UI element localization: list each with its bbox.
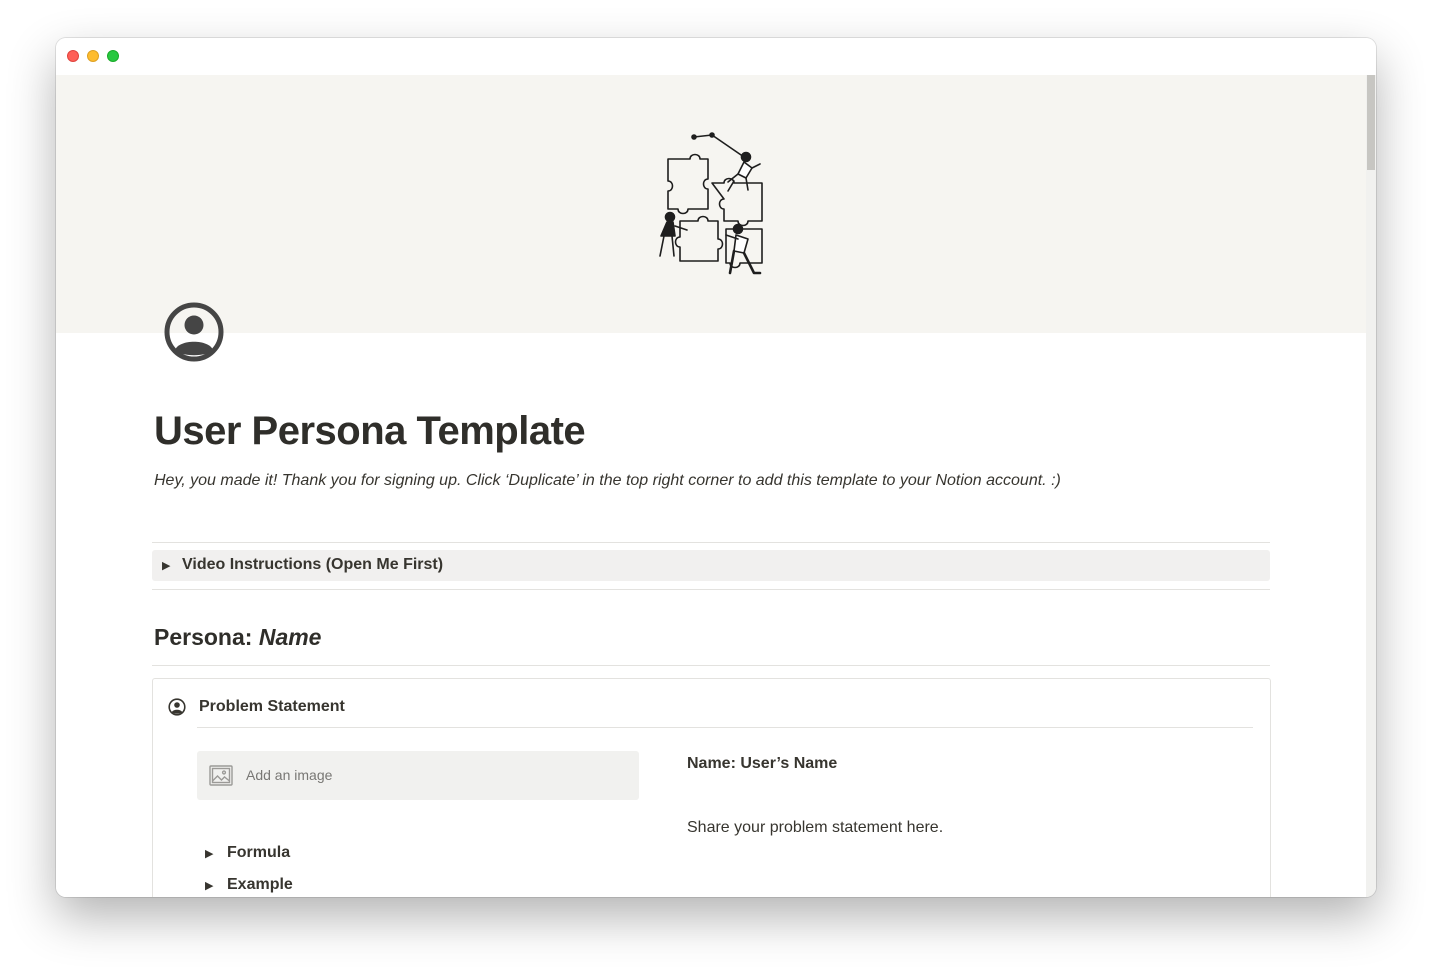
scrollbar[interactable] [1366, 75, 1376, 897]
title-bar [56, 38, 1376, 75]
minimize-window-button[interactable] [87, 50, 99, 62]
page-icon[interactable] [163, 301, 225, 363]
page-content: User Persona Template Hey, you made it! … [56, 75, 1366, 897]
scrollbar-thumb[interactable] [1367, 75, 1375, 170]
triangle-right-icon[interactable]: ▶ [205, 847, 213, 860]
divider [152, 542, 1270, 543]
persona-heading-name: Name [258, 624, 322, 650]
browser-window: User Persona Template Hey, you made it! … [56, 38, 1376, 897]
add-image-button[interactable]: Add an image [197, 751, 639, 800]
problem-statement-card: Problem Statement Add an image ▶ Formula… [152, 678, 1271, 897]
video-instructions-toggle[interactable]: ▶ Video Instructions (Open Me First) [152, 550, 1270, 581]
persona-heading-prefix: Persona: [154, 624, 259, 650]
card-divider [197, 727, 1253, 728]
close-window-button[interactable] [67, 50, 79, 62]
maximize-window-button[interactable] [107, 50, 119, 62]
video-instructions-label: Video Instructions (Open Me First) [182, 556, 444, 573]
user-circle-icon [168, 698, 186, 716]
page-cover[interactable] [56, 75, 1366, 333]
problem-statement-text[interactable]: Share your problem statement here. [687, 819, 943, 837]
divider [152, 589, 1270, 590]
card-title[interactable]: Problem Statement [199, 698, 345, 716]
image-icon [209, 765, 233, 786]
persona-name-line[interactable]: Name: User’s Name [687, 755, 837, 773]
page-title[interactable]: User Persona Template [154, 409, 586, 454]
triangle-right-icon[interactable]: ▶ [162, 559, 170, 572]
example-label: Example [227, 876, 293, 893]
triangle-right-icon[interactable]: ▶ [205, 879, 213, 892]
page-subtitle[interactable]: Hey, you made it! Thank you for signing … [154, 472, 1061, 490]
add-image-label: Add an image [246, 767, 333, 783]
puzzle-team-illustration [659, 132, 763, 275]
persona-heading[interactable]: Persona: Name [154, 624, 321, 651]
divider [152, 665, 1270, 666]
formula-label: Formula [227, 844, 291, 861]
